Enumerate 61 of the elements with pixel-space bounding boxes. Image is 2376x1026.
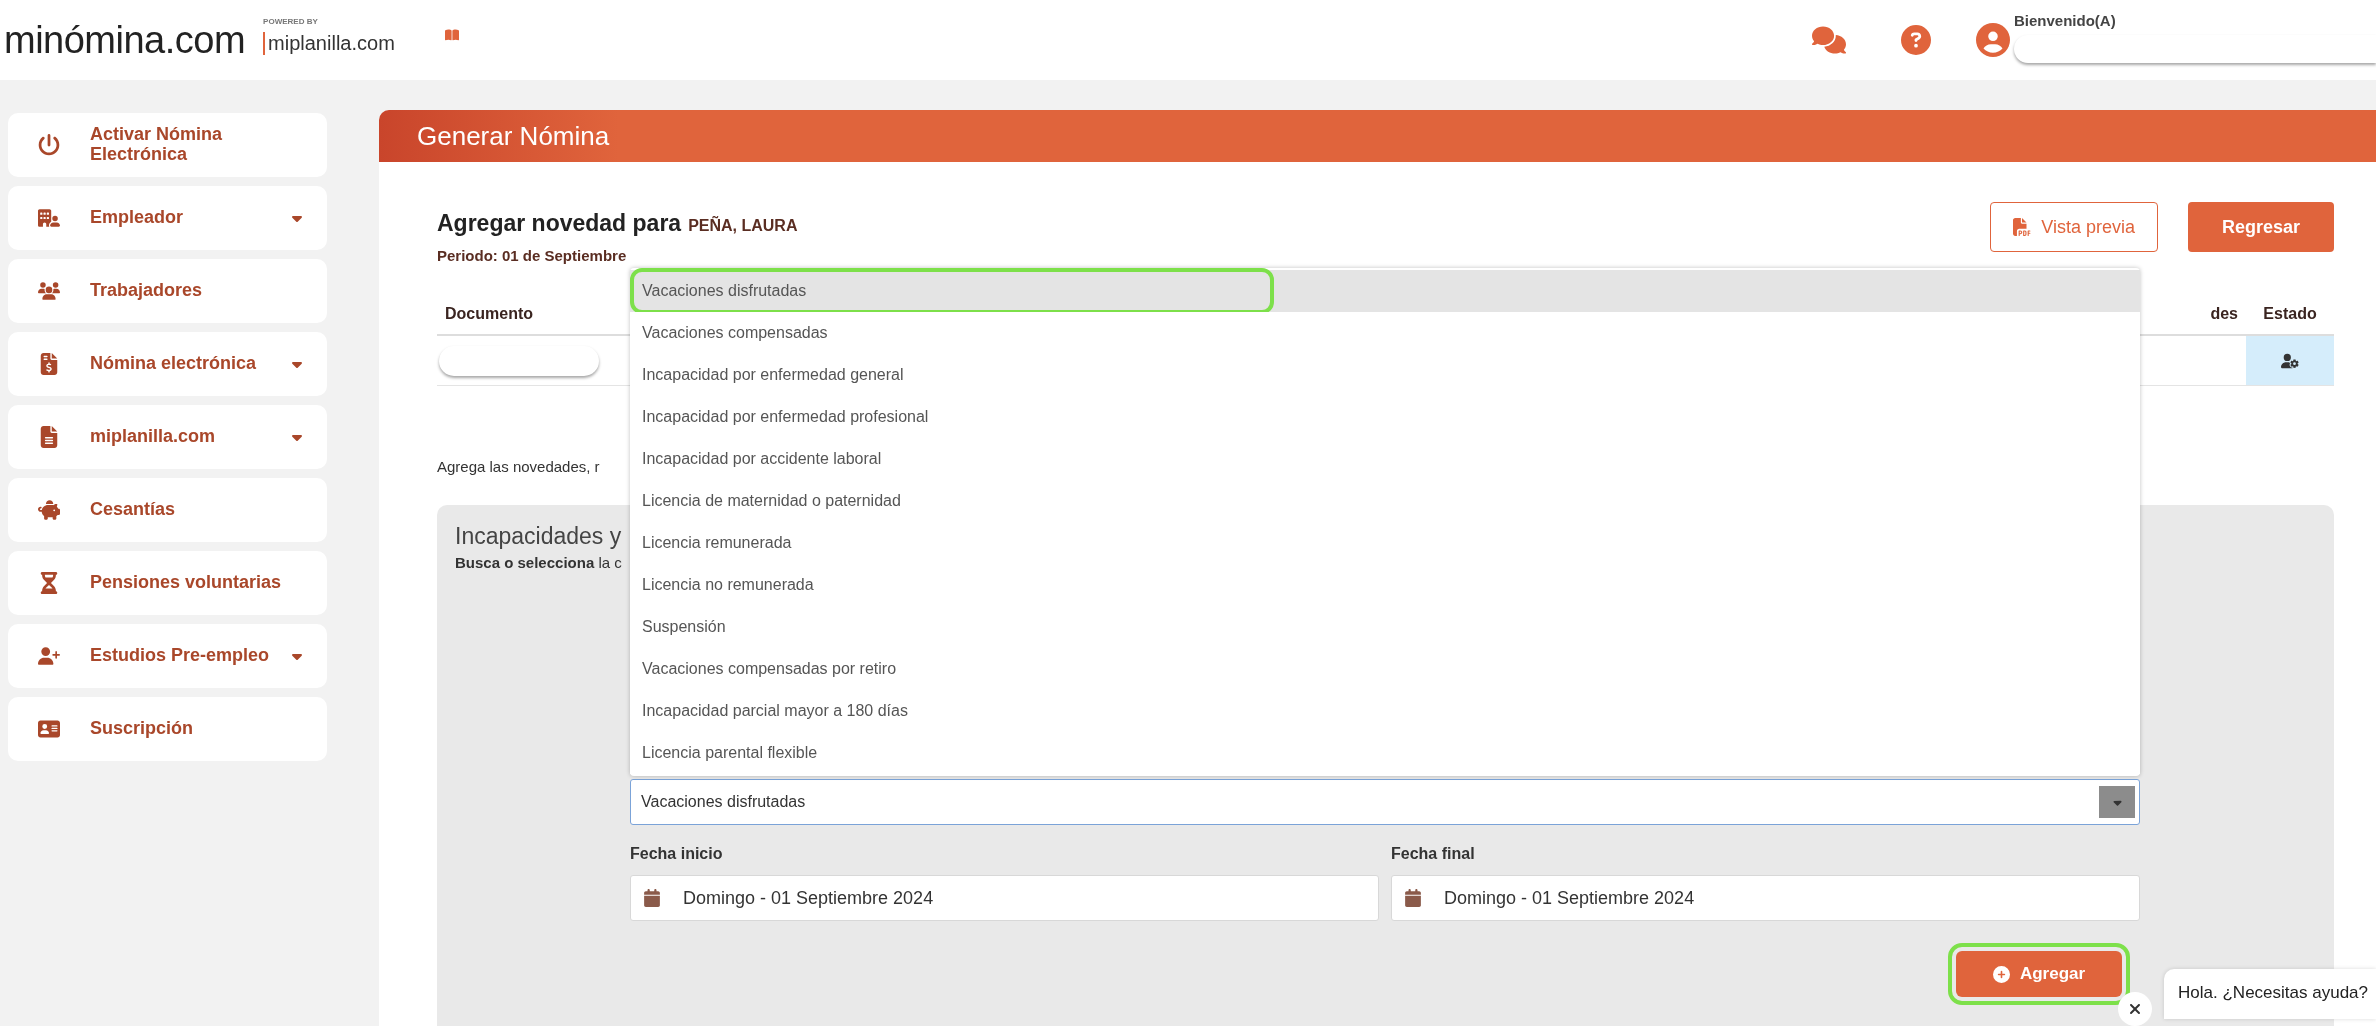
- sidebar-item[interactable]: Empleador: [8, 186, 327, 250]
- sidebar-item[interactable]: Trabajadores: [8, 259, 327, 323]
- building-user-icon: [38, 207, 60, 229]
- date-field[interactable]: Domingo - 01 Septiembre 2024: [630, 875, 1379, 921]
- user-icon[interactable]: [1976, 23, 2010, 57]
- sidebar-item[interactable]: Estudios Pre-empleo: [8, 624, 327, 688]
- panel-title: Incapacidades y: [455, 523, 622, 550]
- dropdown-option[interactable]: Licencia parental flexible: [630, 732, 2140, 774]
- employee-name: PEÑA, LAURA: [688, 217, 798, 235]
- dropdown-option[interactable]: Incapacidad por accidente laboral: [630, 438, 2140, 480]
- date-field[interactable]: Domingo - 01 Septiembre 2024: [1391, 875, 2140, 921]
- dropdown-option[interactable]: Suspensión: [630, 606, 2140, 648]
- user-gear-icon[interactable]: [2281, 351, 2299, 370]
- piggy-bank-icon: [38, 499, 60, 521]
- instruction-text: Agrega las novedades, r: [437, 458, 600, 475]
- sidebar-item[interactable]: Suscripción: [8, 697, 327, 761]
- period-text: Periodo: 01 de Septiembre: [437, 247, 627, 264]
- date-label: Fecha final: [1391, 845, 1476, 863]
- dropdown-option[interactable]: Vacaciones compensadas: [630, 312, 2140, 354]
- invoice-icon: [38, 353, 60, 375]
- sidebar-item[interactable]: Activar Nómina Electrónica: [8, 113, 327, 177]
- column-header: Documento: [444, 305, 534, 323]
- dropdown-option[interactable]: Incapacidad por enfermedad general: [630, 354, 2140, 396]
- chat-icon[interactable]: [1812, 23, 1846, 57]
- dropdown-option[interactable]: Licencia no remunerada: [630, 564, 2140, 606]
- sidebar-item[interactable]: Nómina electrónica: [8, 332, 327, 396]
- powered-by-label: POWERED BY: [263, 17, 319, 26]
- plus-icon: [1992, 965, 2010, 983]
- document-icon: [38, 426, 60, 448]
- sidebar-item[interactable]: miplanilla.com: [8, 405, 327, 469]
- panel-hint: Busca o selecciona la c: [455, 554, 622, 571]
- users-icon: [38, 280, 60, 302]
- dropdown-option[interactable]: Licencia de maternidad o paternidad: [630, 480, 2140, 522]
- column-header: Estado: [2262, 305, 2318, 323]
- dropdown-option[interactable]: Incapacidad por enfermedad profesional: [630, 396, 2140, 438]
- dropdown-option[interactable]: Vacaciones compensadas por retiro: [630, 648, 2140, 690]
- caret-icon[interactable]: [2099, 786, 2135, 818]
- section-heading: Agregar novedad para: [437, 210, 682, 237]
- column-header: des: [2209, 305, 2239, 323]
- chat-bubble[interactable]: Hola. ¿Necesitas ayuda?: [2164, 969, 2376, 1019]
- page-title-bar: Generar Nómina: [379, 110, 2376, 162]
- id-card-icon: [38, 718, 60, 740]
- dropdown-option[interactable]: Licencia remunerada: [630, 522, 2140, 564]
- user-plus-icon: [38, 645, 60, 667]
- calendar-icon: [643, 889, 661, 907]
- preview-button[interactable]: Vista previa: [1990, 202, 2158, 252]
- hourglass-icon: [38, 572, 60, 594]
- logo: minómina.com: [4, 18, 246, 62]
- dropdown-option[interactable]: Vacaciones disfrutadas: [630, 270, 2140, 312]
- calendar-icon: [1404, 889, 1422, 907]
- partner-logo: miplanilla.com: [263, 32, 395, 55]
- type-select[interactable]: Vacaciones disfrutadas: [630, 779, 2140, 825]
- book-icon[interactable]: [444, 28, 459, 42]
- sidebar-item[interactable]: Cesantías: [8, 478, 327, 542]
- dropdown-option[interactable]: Incapacidad parcial mayor a 180 días: [630, 690, 2140, 732]
- power-icon: [38, 134, 60, 156]
- greeting-label: Bienvenido(A): [2014, 12, 2117, 29]
- pdf-icon: [2013, 218, 2032, 236]
- date-label: Fecha inicio: [630, 845, 724, 863]
- help-icon[interactable]: [1901, 25, 1931, 55]
- sidebar-item[interactable]: Pensiones voluntarias: [8, 551, 327, 615]
